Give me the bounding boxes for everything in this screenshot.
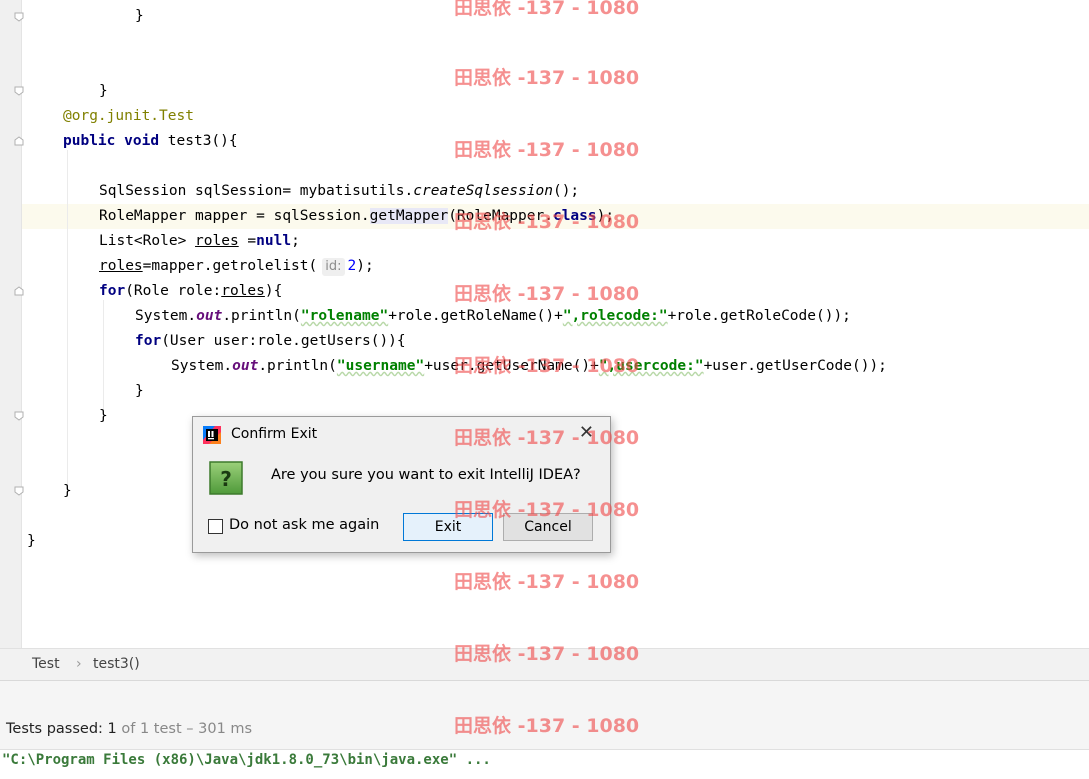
breadcrumb: Test › test3() bbox=[0, 648, 1089, 681]
parameter-hint: id: bbox=[322, 258, 345, 276]
code-line: SqlSession sqlSession= mybatisutils.crea… bbox=[99, 183, 580, 199]
code-line: for(User user:role.getUsers()){ bbox=[135, 333, 406, 349]
code-line: } bbox=[99, 83, 108, 99]
code-line: System.out.println("username"+user.getUs… bbox=[171, 358, 887, 374]
indent-guide bbox=[103, 300, 104, 410]
test-status-label: Tests passed: bbox=[6, 721, 108, 737]
indent-guide bbox=[67, 150, 68, 490]
test-status: Tests passed: 1 of 1 test – 301 ms bbox=[6, 721, 252, 737]
close-icon[interactable]: ✕ bbox=[579, 422, 594, 444]
code-line: System.out.println("rolename"+role.getRo… bbox=[135, 308, 851, 324]
code-line: } bbox=[135, 8, 144, 24]
question-glyph: ? bbox=[220, 467, 232, 491]
editor-gutter[interactable] bbox=[0, 0, 22, 648]
run-panel: Tests passed: 1 of 1 test – 301 ms "C:\P… bbox=[0, 680, 1089, 779]
code-line: } bbox=[135, 383, 144, 399]
breadcrumb-method[interactable]: test3() bbox=[93, 656, 140, 672]
code-line: List<Role> roles =null; bbox=[99, 233, 300, 249]
breadcrumb-separator: › bbox=[76, 656, 82, 672]
code-line: @org.junit.Test bbox=[63, 108, 194, 124]
dialog-message: Are you sure you want to exit IntelliJ I… bbox=[271, 467, 581, 483]
question-icon: ? bbox=[209, 461, 243, 495]
console-output[interactable]: "C:\Program Files (x86)\Java\jdk1.8.0_73… bbox=[0, 750, 1089, 779]
tests-summary: of 1 test – 301 ms bbox=[116, 721, 253, 737]
code-line: for(Role role:roles){ bbox=[99, 283, 283, 299]
tests-passed-count: 1 bbox=[107, 721, 117, 737]
code-line: } bbox=[27, 533, 36, 549]
console-line: "C:\Program Files (x86)\Java\jdk1.8.0_73… bbox=[2, 752, 491, 768]
breadcrumb-class[interactable]: Test bbox=[32, 656, 60, 672]
code-line: roles=mapper.getrolelist(id: 2); bbox=[99, 258, 374, 276]
intellij-logo-icon bbox=[203, 426, 221, 444]
code-line: } bbox=[99, 408, 108, 424]
code-line: } bbox=[63, 483, 72, 499]
cancel-button[interactable]: Cancel bbox=[503, 513, 593, 541]
code-line: public void test3(){ bbox=[63, 133, 238, 149]
exit-button[interactable]: Exit bbox=[403, 513, 493, 541]
code-line: RoleMapper mapper = sqlSession.getMapper… bbox=[99, 208, 615, 224]
dialog-title: Confirm Exit bbox=[231, 426, 318, 442]
do-not-ask-checkbox[interactable] bbox=[208, 519, 223, 534]
confirm-exit-dialog: Confirm Exit ✕ ? Are you sure you want t… bbox=[192, 416, 611, 553]
do-not-ask-label[interactable]: Do not ask me again bbox=[229, 517, 379, 533]
